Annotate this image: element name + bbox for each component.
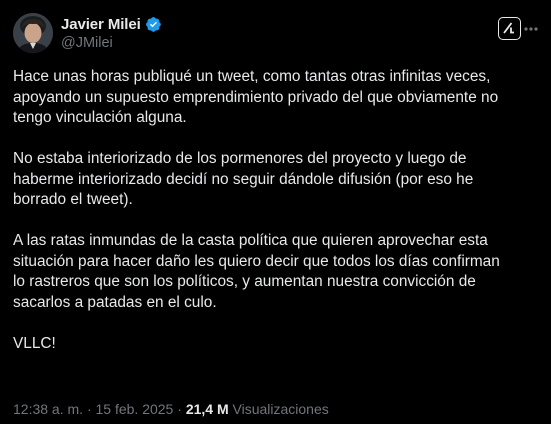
- verified-badge-icon[interactable]: [145, 16, 162, 33]
- views-count[interactable]: 21,4 M: [186, 401, 229, 417]
- meta-separator: ·: [177, 401, 182, 417]
- tweet-text: Hace unas horas publiqué un tweet, como …: [13, 67, 543, 354]
- more-options-icon: [524, 27, 538, 31]
- tweet-date[interactable]: 15 feb. 2025: [96, 401, 174, 417]
- tweet-card: Javier Milei @JMilei Hace unas horas pub…: [0, 0, 551, 424]
- avatar-image: [13, 13, 53, 53]
- author-handle[interactable]: @JMilei: [61, 35, 162, 51]
- tweet-paragraph: A las ratas inmundas de la casta polític…: [13, 232, 500, 311]
- meta-separator: ·: [86, 401, 92, 417]
- tweet-paragraph: Hace unas horas publiqué un tweet, como …: [13, 68, 499, 126]
- grok-icon: [503, 22, 514, 34]
- tweet-time[interactable]: 12:38 a. m.: [13, 401, 83, 417]
- author-display-name[interactable]: Javier Milei: [61, 16, 141, 33]
- tweet-header: Javier Milei @JMilei: [13, 13, 539, 55]
- avatar[interactable]: [13, 13, 53, 53]
- tweet-metadata: 12:38 a. m. · 15 feb. 2025 · 21,4 M Visu…: [13, 401, 329, 417]
- author-block: Javier Milei @JMilei: [61, 15, 162, 51]
- more-options-button[interactable]: [523, 19, 539, 39]
- tweet-paragraph: VLLC!: [13, 334, 56, 352]
- views-label: Visualizaciones: [232, 401, 329, 417]
- tweet-paragraph: No estaba interiorizado de los pormenore…: [13, 150, 474, 208]
- grok-button[interactable]: [498, 17, 521, 40]
